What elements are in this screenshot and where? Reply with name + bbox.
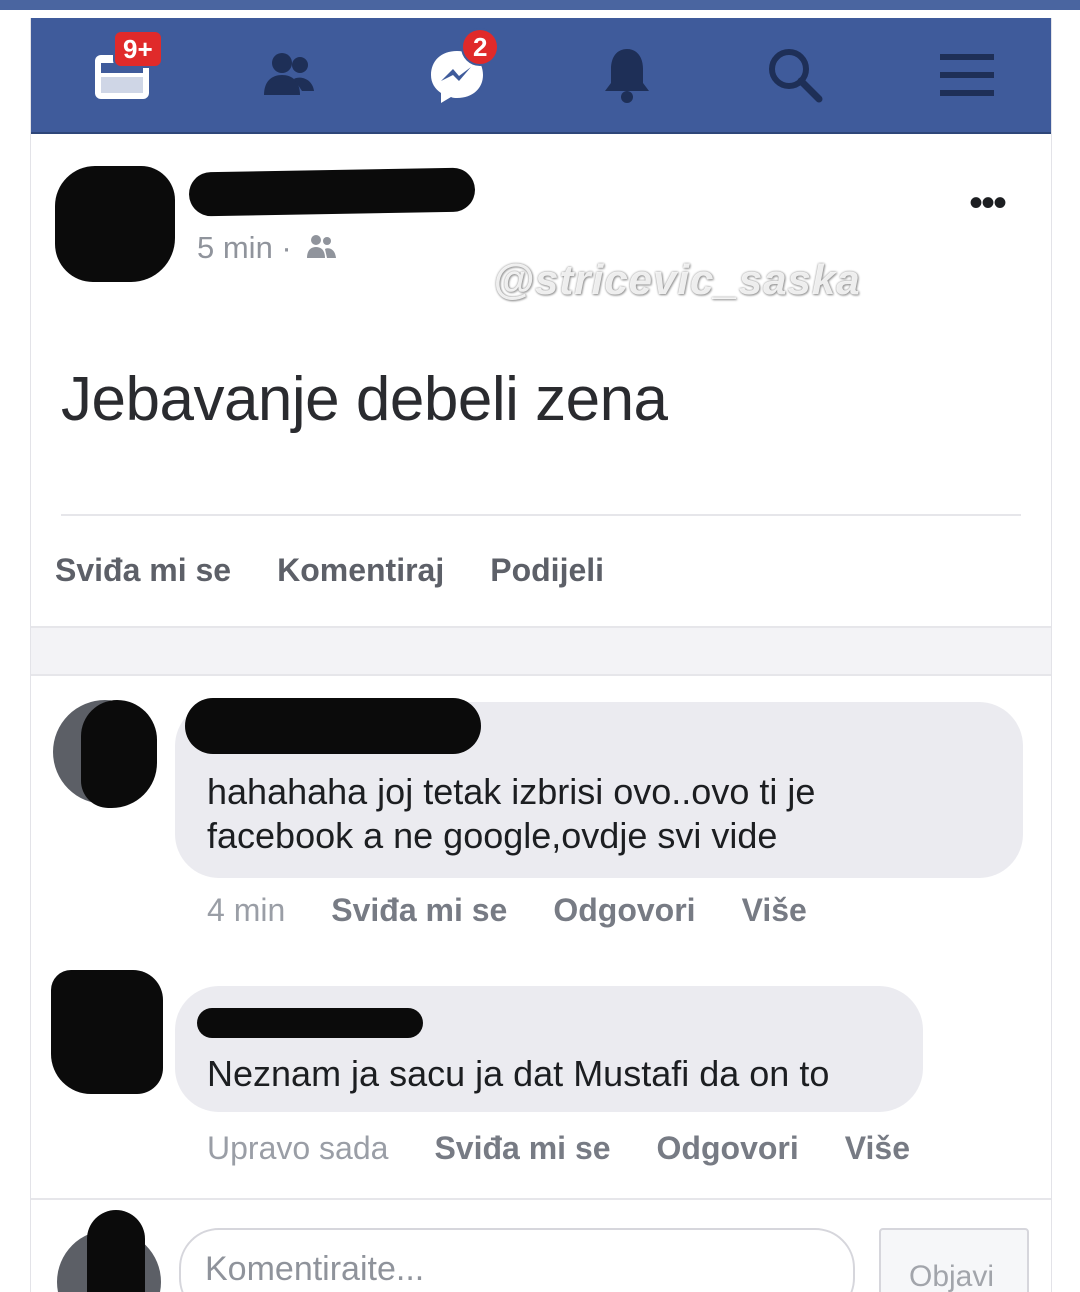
post-comment-button[interactable]: Objavi <box>879 1228 1029 1292</box>
comment-input-placeholder: Komentiraite... <box>205 1250 425 1288</box>
comment-reply-button[interactable]: Odgovori <box>553 892 695 929</box>
friends-icon <box>264 53 314 95</box>
post-actions: Sviđa mi se Komentiraj Podijeli <box>55 552 604 592</box>
comment-more-button[interactable]: Više <box>845 1130 910 1167</box>
comment-author-name-redacted[interactable] <box>197 1008 423 1038</box>
nav-search[interactable] <box>755 40 835 110</box>
watermark: @stricevic_saska <box>493 256 861 303</box>
comment-actions: Upravo sada Sviđa mi se Odgovori Više <box>207 1130 910 1167</box>
search-icon <box>769 49 823 103</box>
post-time: 5 min · <box>197 230 292 265</box>
comment-text: Neznam ja sacu ja dat Mustafi da on to <box>207 1053 830 1094</box>
menu-icon <box>940 54 994 96</box>
comment-like-button[interactable]: Sviđa mi se <box>434 1130 610 1167</box>
post-divider <box>61 514 1021 516</box>
like-button[interactable]: Sviđa mi se <box>55 552 231 592</box>
comment-text: hahahaha joj tetak izbrisi ovo..ovo ti j… <box>207 771 816 856</box>
post-comment-label: Objavi <box>909 1260 995 1292</box>
comment-input[interactable]: Komentiraite... <box>179 1228 855 1292</box>
nav-friends[interactable] <box>249 40 329 110</box>
share-button[interactable]: Podijeli <box>490 552 604 592</box>
nav-menu[interactable] <box>927 40 1007 110</box>
comment-time: 4 min <box>207 892 286 928</box>
comment-avatar-redaction <box>81 700 157 808</box>
nav-messenger[interactable]: 2 <box>417 28 500 110</box>
top-navbar: 9+ 2 <box>31 18 1051 134</box>
comment-more-button[interactable]: Više <box>742 892 807 929</box>
app-frame: 9+ 2 5 min · ••• @stricevic_saska Jebava… <box>30 18 1052 1292</box>
post-options-button[interactable]: ••• <box>969 183 1007 223</box>
post-author-name-redacted[interactable] <box>188 167 476 217</box>
post-author-avatar[interactable] <box>55 166 175 282</box>
nav-feed[interactable]: 9+ <box>83 30 163 110</box>
comment-actions: 4 min Sviđa mi se Odgovori Više <box>207 892 807 929</box>
comment-avatar[interactable] <box>51 970 163 1094</box>
comment-like-button[interactable]: Sviđa mi se <box>331 892 507 929</box>
comment-button[interactable]: Komentiraj <box>277 552 444 592</box>
post-text: Jebavanje debeli zena <box>61 365 668 434</box>
notifications-bell-icon <box>605 49 649 103</box>
nav-notifications[interactable] <box>587 40 667 110</box>
comment-author-name-redacted[interactable] <box>185 698 481 754</box>
friends-icon <box>307 235 337 258</box>
comment-time: Upravo sada <box>207 1130 389 1166</box>
messenger-badge: 2 <box>461 28 500 66</box>
feed-badge: 9+ <box>113 30 163 68</box>
comment-reply-button[interactable]: Odgovori <box>657 1130 799 1167</box>
section-separator <box>31 626 1051 676</box>
composer-avatar-redaction <box>87 1210 145 1292</box>
post-meta: 5 min · <box>197 230 340 266</box>
top-strip <box>0 0 1080 10</box>
